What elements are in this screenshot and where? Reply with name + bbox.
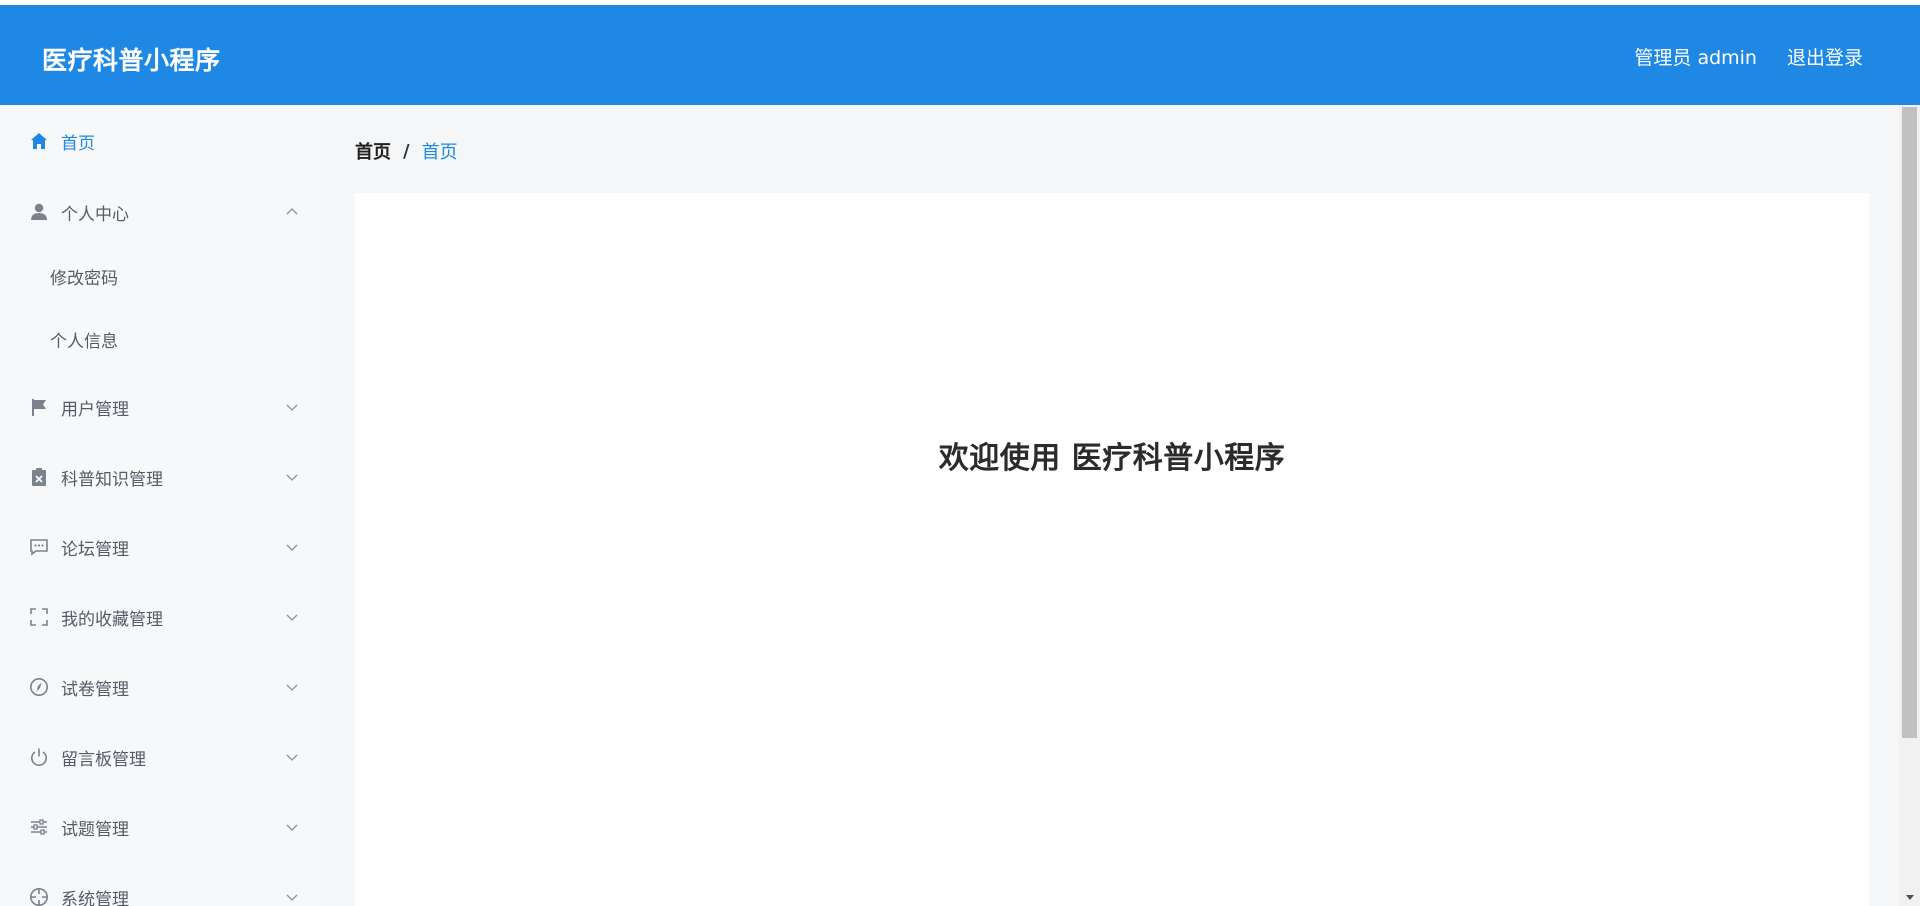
sidebar-item-label: 试卷管理 [61, 679, 129, 700]
sidebar-subitem-label: 修改密码 [50, 268, 118, 289]
sidebar: 首页 个人中心 修改密码 个人信息 用户管理 科普知识管理 论坛管理 我的收藏管… [0, 105, 320, 906]
chat-bubble-icon [29, 537, 49, 557]
breadcrumb-root[interactable]: 首页 [355, 138, 391, 164]
clipboard-x-icon [29, 467, 49, 487]
user-icon [29, 202, 49, 222]
app-header: 医疗科普小程序 管理员 admin 退出登录 [0, 5, 1920, 105]
sidebar-item-label: 个人中心 [61, 204, 129, 225]
scroll-down-arrow-icon[interactable] [1899, 889, 1920, 906]
chevron-down-icon [286, 614, 298, 621]
sidebar-item-knowledge-management[interactable]: 科普知识管理 [0, 452, 320, 502]
sidebar-item-label: 论坛管理 [61, 539, 129, 560]
sidebar-item-question-management[interactable]: 试题管理 [0, 802, 320, 852]
sidebar-item-label: 留言板管理 [61, 749, 146, 770]
logout-button[interactable]: 退出登录 [1787, 43, 1863, 70]
chevron-down-icon [286, 754, 298, 761]
scrollbar-thumb[interactable] [1902, 107, 1917, 738]
sidebar-item-label: 系统管理 [61, 889, 129, 906]
sidebar-subitem-personal-info[interactable]: 个人信息 [0, 314, 320, 364]
fullscreen-icon [29, 607, 49, 627]
sidebar-subitem-change-password[interactable]: 修改密码 [0, 251, 320, 301]
power-icon [29, 747, 49, 767]
content-card: 欢迎使用 医疗科普小程序 [355, 193, 1869, 906]
breadcrumb: 首页 / 首页 [355, 138, 458, 164]
sidebar-item-label: 用户管理 [61, 399, 129, 420]
sliders-icon [29, 817, 49, 837]
sidebar-item-home[interactable]: 首页 [0, 116, 320, 166]
sidebar-item-user-management[interactable]: 用户管理 [0, 382, 320, 432]
app-page: 医疗科普小程序 管理员 admin 退出登录 首页 个人中心 修改密码 个人信息 [0, 0, 1920, 906]
sidebar-item-label: 首页 [61, 133, 95, 154]
main-area: 首页 / 首页 欢迎使用 医疗科普小程序 [320, 105, 1899, 906]
sidebar-item-exam-management[interactable]: 试卷管理 [0, 662, 320, 712]
chevron-down-icon [286, 404, 298, 411]
sidebar-item-label: 科普知识管理 [61, 469, 163, 490]
sidebar-item-forum-management[interactable]: 论坛管理 [0, 522, 320, 572]
sidebar-item-message-board-management[interactable]: 留言板管理 [0, 732, 320, 782]
sidebar-item-label: 我的收藏管理 [61, 609, 163, 630]
app-title: 医疗科普小程序 [42, 46, 221, 75]
sidebar-item-favorites-management[interactable]: 我的收藏管理 [0, 592, 320, 642]
header-actions: 管理员 admin 退出登录 [1634, 43, 1863, 70]
crosshair-icon [29, 887, 49, 906]
breadcrumb-current: 首页 [421, 142, 458, 163]
page-scrollbar[interactable] [1899, 105, 1920, 906]
home-icon [29, 131, 49, 151]
chevron-down-icon [286, 894, 298, 901]
chevron-down-icon [286, 684, 298, 691]
compass-icon [29, 677, 49, 697]
current-user-label: 管理员 admin [1634, 47, 1757, 69]
flag-icon [29, 397, 49, 417]
chevron-up-icon [286, 208, 298, 215]
sidebar-item-label: 试题管理 [61, 819, 129, 840]
sidebar-subitem-label: 个人信息 [50, 331, 118, 352]
breadcrumb-separator: / [403, 140, 410, 162]
sidebar-item-system-management[interactable]: 系统管理 [0, 872, 320, 906]
chevron-down-icon [286, 824, 298, 831]
sidebar-item-personal-center[interactable]: 个人中心 [0, 187, 320, 237]
welcome-heading: 欢迎使用 医疗科普小程序 [938, 441, 1286, 476]
chevron-down-icon [286, 544, 298, 551]
chevron-down-icon [286, 474, 298, 481]
